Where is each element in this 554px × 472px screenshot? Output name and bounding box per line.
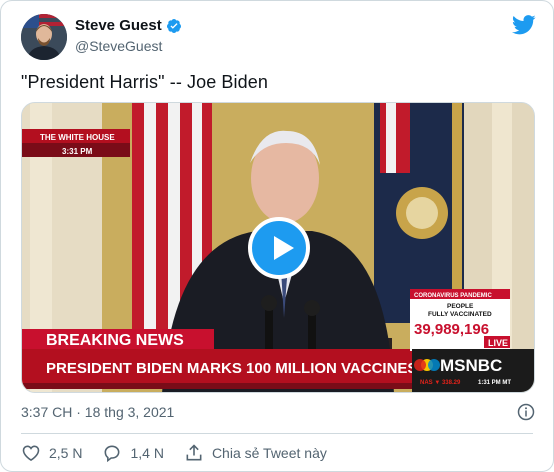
reply-button[interactable]: 1,4 N [102, 443, 164, 463]
time-label: 3:31 PM [62, 147, 93, 156]
vaccinated-label-2: FULLY VACCINATED [428, 311, 492, 318]
ticker-nas: NAS ▼ 338.29 [420, 380, 461, 386]
tweet-timestamp[interactable]: 3:37 CH · 18 thg 3, 2021 [21, 404, 174, 420]
share-label: Chia sẻ Tweet này [211, 445, 327, 461]
reply-bubble-icon [105, 445, 120, 463]
like-button[interactable]: 2,5 N [21, 443, 82, 463]
like-count: 2,5 N [49, 445, 83, 461]
author-handle[interactable]: @SteveGuest [75, 38, 162, 54]
network-label: MSNBC [440, 356, 502, 375]
action-bar: 2,5 N 1,4 N Chia sẻ Tweet này [21, 443, 347, 463]
share-button[interactable]: Chia sẻ Tweet này [184, 443, 327, 463]
vaccinated-label-1: PEOPLE [447, 303, 474, 310]
tweet-card: Steve Guest @SteveGuest "President Harri… [0, 0, 554, 472]
video-player[interactable]: THE WHITE HOUSE 3:31 PM BREAKING NEWS PR… [21, 102, 535, 393]
play-button[interactable] [248, 217, 310, 279]
verified-badge-icon [166, 18, 181, 33]
ticker-time: 1:31 PM MT [478, 380, 511, 386]
msnbc-logo: MSNBC NAS ▼ 338.29 1:31 PM MT [412, 349, 534, 392]
heart-icon [22, 445, 40, 462]
location-label: THE WHITE HOUSE [40, 133, 115, 142]
author-name[interactable]: Steve Guest [75, 17, 182, 34]
reply-count: 1,4 N [130, 445, 164, 461]
info-icon[interactable] [517, 403, 535, 421]
author-name-text: Steve Guest [75, 17, 162, 34]
twitter-bird-icon[interactable] [512, 15, 536, 35]
divider [21, 433, 533, 434]
share-icon [186, 444, 202, 461]
avatar[interactable] [21, 14, 67, 60]
breaking-label: BREAKING NEWS [46, 332, 184, 349]
live-label: LIVE [488, 338, 508, 348]
pandemic-label: CORONAVIRUS PANDEMIC [414, 293, 492, 299]
vaccinated-count: 39,989,196 [414, 321, 489, 338]
location-tag: THE WHITE HOUSE 3:31 PM [22, 129, 130, 157]
vaccine-counter: CORONAVIRUS PANDEMIC PEOPLE FULLY VACCIN… [410, 289, 510, 351]
tweet-text: "President Harris" -- Joe Biden [21, 72, 268, 92]
